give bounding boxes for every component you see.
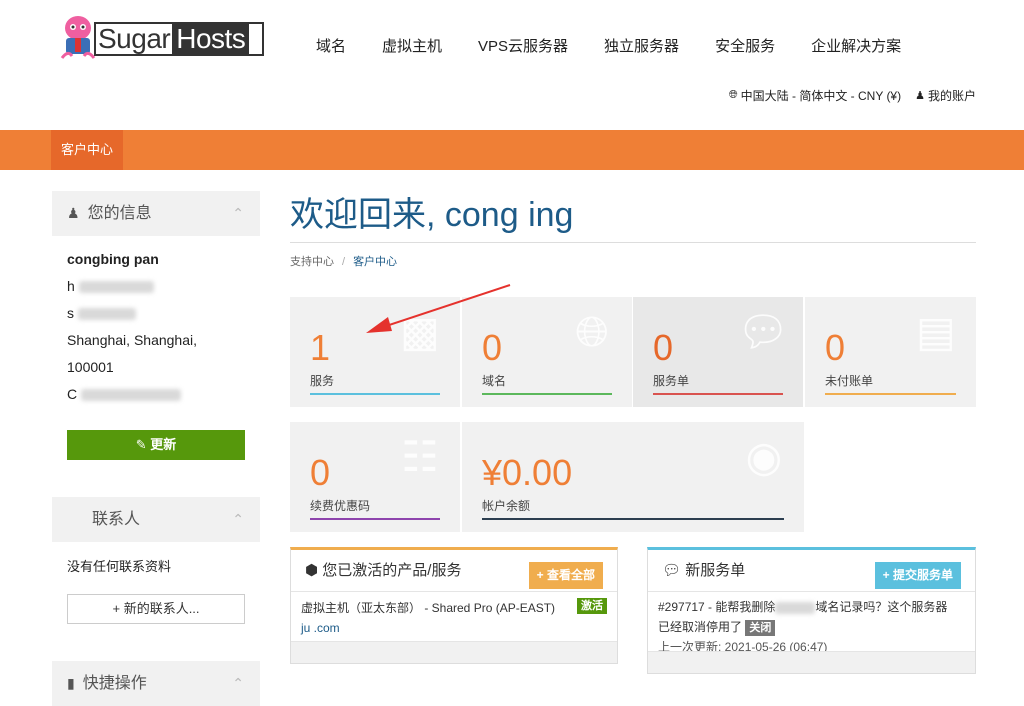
client-area-tab[interactable]: 客户中心 [51, 130, 124, 170]
your-info-header[interactable]: ♟ 您的信息 ⌃ [52, 191, 260, 236]
nav-item-vps[interactable]: VPS云服务器 [478, 35, 568, 56]
address-line: s [67, 300, 260, 327]
tile-account-balance[interactable]: ◉ ¥0.00 帐户余额 [462, 422, 804, 532]
status-badge: 关闭 [745, 620, 776, 636]
city-line: Shanghai, Shanghai, [67, 332, 197, 348]
my-account-link[interactable]: 我的账户 [928, 87, 976, 104]
your-info-title: 您的信息 [87, 205, 152, 222]
main-nav: 域名 虚拟主机 VPS云服务器 独立服务器 安全服务 企业解决方案 [316, 35, 937, 56]
submit-ticket-button[interactable]: + 提交服务单 [874, 562, 961, 589]
comments-icon: 💬︎ [662, 562, 682, 579]
globe-icon: 🌐︎ [728, 89, 738, 101]
breadcrumb-current: 客户中心 [353, 256, 398, 268]
globe-icon: 🌐︎ [575, 308, 609, 355]
sugarhosts-logo[interactable]: Sugar Hosts [58, 12, 268, 64]
contacts-title: 联系人 [92, 511, 141, 528]
address-line: h [67, 273, 260, 300]
shortcuts-title: 快捷操作 [82, 675, 147, 692]
tile-underline [653, 393, 783, 395]
contacts-header[interactable]: 联系人 ⌃ [52, 497, 260, 542]
update-button[interactable]: ✎ 更新 [67, 430, 245, 460]
tile-renewal-coupons[interactable]: ☷ 0 续费优惠码 [290, 422, 460, 532]
tile-underline [310, 518, 440, 520]
postcode-line: 100001 [67, 359, 114, 375]
section-bar: 客户中心 [0, 130, 1024, 170]
user-icon: ♟ [67, 205, 80, 221]
card-footer [648, 651, 975, 673]
product-domain-link[interactable]: ju .com [301, 618, 607, 638]
logo-wordmark: Sugar Hosts [98, 23, 250, 54]
cube-icon: ⬢ [305, 562, 319, 579]
country-line: C [67, 381, 260, 408]
tile-tickets[interactable]: 💬︎ 0 服务单 [633, 297, 803, 407]
tile-unpaid-invoices[interactable]: ▤ 0 未付账单 [805, 297, 976, 407]
breadcrumb-home[interactable]: 支持中心 [290, 256, 334, 268]
tile-underline [482, 393, 612, 395]
active-products-card: ⬢ 您已激活的产品/服务 + 查看全部 虚拟主机（亚太东部） - Shared … [290, 547, 618, 664]
product-name: 虚拟主机（亚太东部） - Shared Pro (AP-EAST) [301, 601, 556, 615]
chevron-up-icon[interactable]: ⌃ [232, 661, 244, 706]
main-content: 欢迎回来, cong ing 支持中心 / 客户中心 ▩ 1 服务 🌐︎ 0 域名 … [290, 190, 976, 674]
annotation-arrow-icon [366, 284, 511, 333]
barcode-icon: ☷ [401, 433, 439, 480]
bookmark-icon: ▮ [67, 675, 75, 691]
welcome-title: 欢迎回来, cong ing [290, 190, 976, 243]
tile-underline [482, 518, 784, 520]
status-badge: 激活 [577, 598, 607, 614]
contacts-empty-text: 没有任何联系资料 [67, 559, 172, 574]
view-all-button[interactable]: + 查看全部 [528, 562, 603, 589]
chevron-up-icon[interactable]: ⌃ [232, 497, 244, 542]
new-tickets-card: 💬︎ 新服务单 + 提交服务单 #297717 - 能帮我删除 域名记录吗？这个服… [647, 547, 976, 674]
chat-bubbles-icon: 💬︎ [736, 308, 790, 355]
money-icon: ◉ [745, 433, 783, 480]
user-name: congbing pan [67, 251, 159, 267]
tile-underline [825, 393, 956, 395]
nav-item-shared-hosting[interactable]: 虚拟主机 [382, 35, 442, 56]
sidebar: ♟ 您的信息 ⌃ congbing pan h s Shanghai, Shang… [52, 191, 260, 706]
nav-item-enterprise[interactable]: 企业解决方案 [811, 35, 901, 56]
nav-item-domains[interactable]: 域名 [316, 35, 346, 56]
octopus-mascot-icon [60, 16, 96, 59]
shortcuts-header[interactable]: ▮ 快捷操作 ⌃ [52, 661, 260, 706]
user-icon: ♟ [915, 90, 925, 102]
utility-bar: 🌐︎ 中国大陆 - 简体中文 - CNY (¥) ♟ 我的账户 [729, 87, 976, 104]
chevron-up-icon[interactable]: ⌃ [232, 191, 244, 236]
credit-card-icon: ▤ [916, 308, 956, 355]
card-footer [291, 641, 617, 663]
product-row[interactable]: 虚拟主机（亚太东部） - Shared Pro (AP-EAST) 激活 ju … [291, 592, 617, 644]
site-header: Sugar Hosts 域名 虚拟主机 VPS云服务器 独立服务器 安全服务 企业… [0, 0, 1024, 130]
tile-underline [310, 393, 440, 395]
breadcrumb: 支持中心 / 客户中心 [290, 256, 398, 268]
new-contact-button[interactable]: + 新的联系人... [67, 594, 245, 624]
locale-selector[interactable]: 中国大陆 - 简体中文 - CNY (¥) [741, 87, 901, 104]
nav-item-dedicated[interactable]: 独立服务器 [604, 35, 679, 56]
nav-item-security[interactable]: 安全服务 [715, 35, 775, 56]
your-info-body: congbing pan h s Shanghai, Shanghai, 100… [52, 236, 260, 408]
